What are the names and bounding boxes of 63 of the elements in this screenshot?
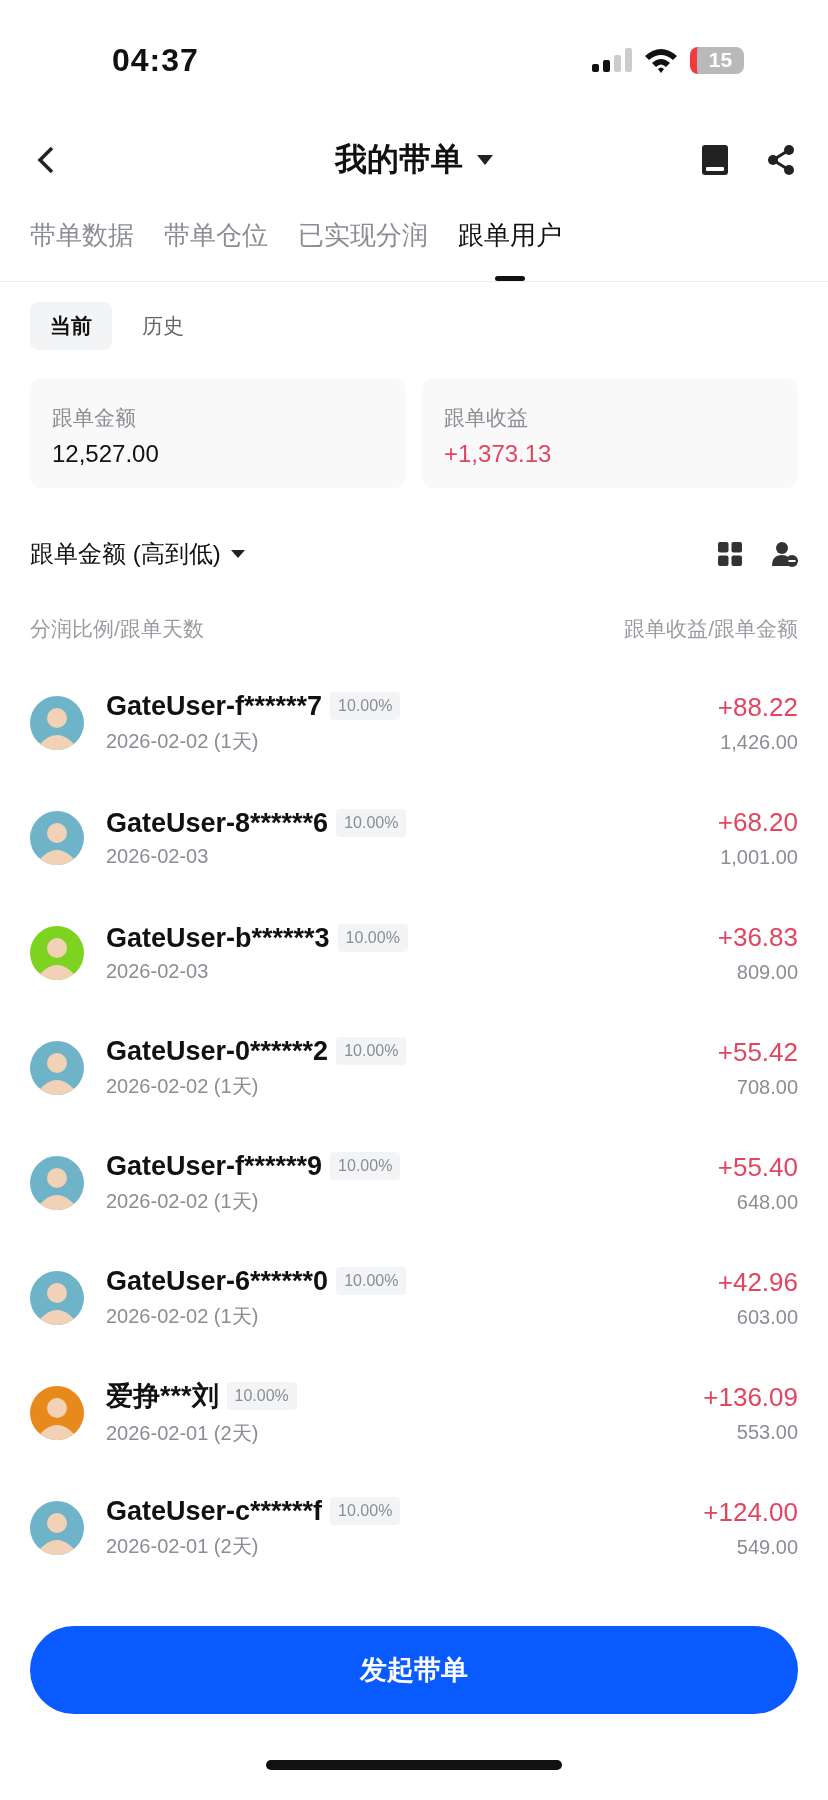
follow-date: 2026-02-02 (1天): [106, 1303, 260, 1329]
profit-value: +55.40: [717, 1151, 798, 1183]
share-badge: 10.00%: [226, 1382, 297, 1410]
caret-icon[interactable]: [477, 155, 493, 165]
profit-value: +88.22: [717, 691, 798, 723]
follow-date: 2026-02-02 (1天): [106, 1188, 260, 1214]
summary-label: 跟单金额: [52, 405, 137, 431]
follow-date: 2026-02-03: [106, 844, 210, 868]
follow-amount: 549.00: [736, 1535, 798, 1559]
follow-amount: 648.00: [736, 1190, 798, 1214]
battery-icon: 15: [690, 46, 744, 74]
follow-date: 2026-02-03: [106, 959, 210, 983]
segment-tab[interactable]: 历史: [122, 302, 204, 350]
profit-value: +42.96: [717, 1266, 798, 1298]
start-copy-trade-button[interactable]: 发起带单: [30, 1626, 798, 1714]
share-badge: 10.00%: [337, 924, 408, 952]
profit-value: +124.00: [703, 1496, 798, 1528]
share-badge: 10.00%: [330, 1497, 401, 1525]
signal-icon: [592, 48, 632, 72]
user-name: GateUser-f******9: [106, 1150, 323, 1182]
share-badge: 10.00%: [336, 1037, 407, 1065]
share-badge: 10.00%: [336, 809, 407, 837]
user-name: 爱挣***刘: [106, 1380, 219, 1413]
tab[interactable]: 带单数据: [30, 200, 134, 281]
page-title: 我的带单: [335, 140, 463, 179]
share-badge: 10.00%: [336, 1267, 407, 1295]
tab[interactable]: 跟单用户: [458, 200, 562, 281]
column-header: 跟单收益/跟单金额: [624, 616, 798, 642]
user-name: GateUser-6******0: [106, 1265, 329, 1297]
tab[interactable]: 带单仓位: [164, 200, 268, 281]
profit-value: +36.83: [717, 921, 798, 953]
follow-amount: 553.00: [736, 1420, 798, 1444]
summary-label: 跟单收益: [444, 405, 529, 431]
profit-value: +68.20: [717, 806, 798, 838]
profit-value: +55.42: [717, 1036, 798, 1068]
follow-amount: 1,426.00: [720, 730, 798, 754]
summary-value: +1,373.13: [444, 440, 553, 468]
share-badge: 10.00%: [330, 1152, 401, 1180]
follow-amount: 809.00: [736, 960, 798, 984]
sort-dropdown[interactable]: 跟单金额 (高到低): [30, 538, 221, 570]
user-name: GateUser-0******2: [106, 1035, 329, 1067]
wifi-icon: [644, 47, 678, 73]
follow-amount: 708.00: [736, 1075, 798, 1099]
grid-icon[interactable]: [718, 542, 742, 566]
follow-date: 2026-02-02 (1天): [106, 728, 260, 754]
caret-icon[interactable]: [230, 550, 245, 558]
share-badge: 10.00%: [330, 692, 401, 720]
segment-tab[interactable]: 当前: [30, 302, 112, 350]
profit-value: +136.09: [703, 1381, 798, 1413]
follow-amount: 1,001.00: [720, 845, 798, 869]
column-header: 分润比例/跟单天数: [30, 616, 204, 642]
user-name: GateUser-f******7: [106, 690, 323, 722]
user-name: GateUser-8******6: [106, 807, 329, 839]
follow-amount: 603.00: [736, 1305, 798, 1329]
follow-date: 2026-02-01 (2天): [106, 1421, 260, 1446]
tab[interactable]: 已实现分润: [298, 200, 428, 281]
user-name: GateUser-b******3: [106, 922, 330, 954]
summary-value: 12,527.00: [52, 440, 160, 468]
user-remove-icon[interactable]: [772, 541, 798, 567]
status-time: 04:37: [112, 41, 199, 79]
follow-date: 2026-02-01 (2天): [106, 1533, 260, 1559]
follow-date: 2026-02-02 (1天): [106, 1073, 260, 1099]
user-name: GateUser-c******f: [106, 1495, 323, 1527]
